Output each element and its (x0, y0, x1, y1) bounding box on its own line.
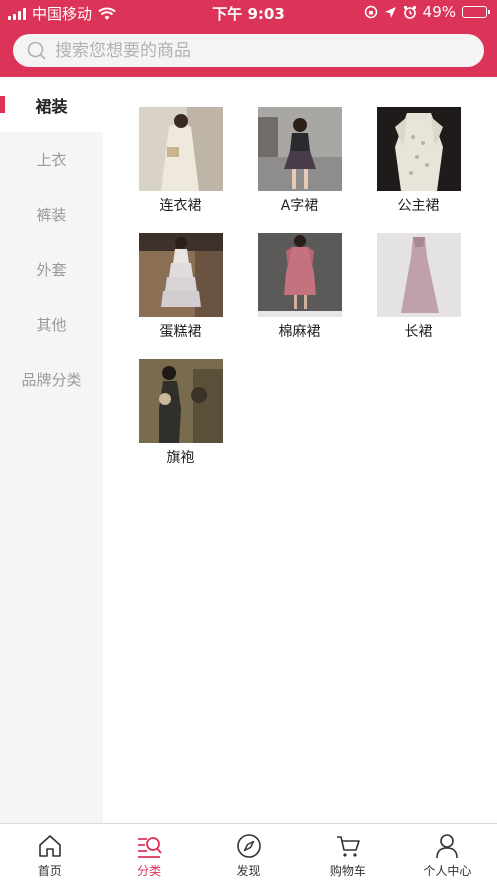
sidebar-item-dresses[interactable]: 裙装 (0, 77, 103, 132)
subcategory-item[interactable]: 蛋糕裙 (121, 233, 240, 341)
user-icon (436, 834, 459, 859)
subcategory-item[interactable]: 旗袍 (121, 359, 240, 467)
dress-thumbnail[interactable] (138, 233, 223, 317)
subcategory-grid: 连衣裙 A字裙 公主裙 蛋糕裙 棉麻裙 长裙 旗袍 (121, 107, 478, 467)
sidebar-item-pants[interactable]: 裤装 (0, 187, 103, 242)
subcategory-label: 公主裙 (397, 198, 440, 214)
tab-home[interactable]: 首页 (0, 824, 99, 883)
compass-icon (236, 834, 261, 858)
subcategory-label: 连衣裙 (159, 198, 202, 214)
category-sidebar: 裙装 上衣 裤装 外套 其他 品牌分类 (0, 77, 103, 823)
rotation-lock-icon (364, 5, 377, 19)
home-icon (38, 835, 61, 857)
battery-icon (462, 6, 490, 18)
sidebar-item-coats[interactable]: 外套 (0, 242, 103, 297)
subcategory-label: A字裙 (280, 198, 319, 214)
dress-thumbnail[interactable] (257, 107, 342, 191)
subcategory-label: 棉麻裙 (278, 324, 321, 340)
status-bar: 中国移动 下午 9:03 49% (0, 0, 497, 26)
tab-label: 发现 (236, 864, 261, 878)
subcategory-label: 旗袍 (166, 450, 195, 466)
sidebar-item-label: 裤装 (36, 206, 67, 224)
tab-label: 个人中心 (423, 864, 472, 878)
cart-icon (336, 836, 360, 857)
tab-profile[interactable]: 个人中心 (398, 824, 497, 883)
sidebar-item-label: 裙装 (35, 96, 68, 116)
subcategory-item[interactable]: 连衣裙 (121, 107, 240, 215)
dress-thumbnail[interactable] (376, 107, 461, 191)
alarm-icon (403, 5, 416, 19)
subcategory-item[interactable]: 公主裙 (359, 107, 478, 215)
sidebar-item-label: 上衣 (36, 151, 67, 169)
battery-percent: 49% (422, 3, 456, 21)
tab-category[interactable]: 分类 (99, 824, 198, 883)
search-area (0, 26, 497, 77)
location-icon (384, 6, 396, 18)
dress-thumbnail[interactable] (138, 107, 223, 191)
tab-label: 分类 (137, 864, 162, 878)
dress-thumbnail[interactable] (376, 233, 461, 317)
search-input[interactable] (55, 40, 455, 61)
sidebar-item-tops[interactable]: 上衣 (0, 132, 103, 187)
dress-thumbnail[interactable] (257, 233, 342, 317)
tab-label: 首页 (37, 864, 62, 878)
tab-label: 购物车 (329, 864, 366, 878)
bottom-tab-bar: 首页 分类 发现 购物车 个人中心 (0, 823, 497, 883)
dress-thumbnail[interactable] (138, 359, 223, 443)
subcategory-item[interactable]: A字裙 (240, 107, 359, 215)
tab-discover[interactable]: 发现 (199, 824, 298, 883)
subcategory-label: 长裙 (404, 324, 433, 340)
status-right: 49% (364, 3, 490, 21)
sidebar-item-label: 其他 (36, 316, 67, 334)
subcategory-panel: 连衣裙 A字裙 公主裙 蛋糕裙 棉麻裙 长裙 旗袍 (103, 77, 497, 823)
sidebar-item-others[interactable]: 其他 (0, 297, 103, 352)
subcategory-item[interactable]: 长裙 (359, 233, 478, 341)
search-icon (27, 41, 46, 60)
category-icon (138, 837, 162, 858)
tab-cart[interactable]: 购物车 (298, 824, 397, 883)
sidebar-item-label: 品牌分类 (21, 371, 82, 389)
sidebar-item-brands[interactable]: 品牌分类 (0, 352, 103, 407)
sidebar-item-label: 外套 (36, 261, 67, 279)
subcategory-label: 蛋糕裙 (159, 324, 202, 340)
subcategory-item[interactable]: 棉麻裙 (240, 233, 359, 341)
search-box[interactable] (13, 34, 484, 67)
